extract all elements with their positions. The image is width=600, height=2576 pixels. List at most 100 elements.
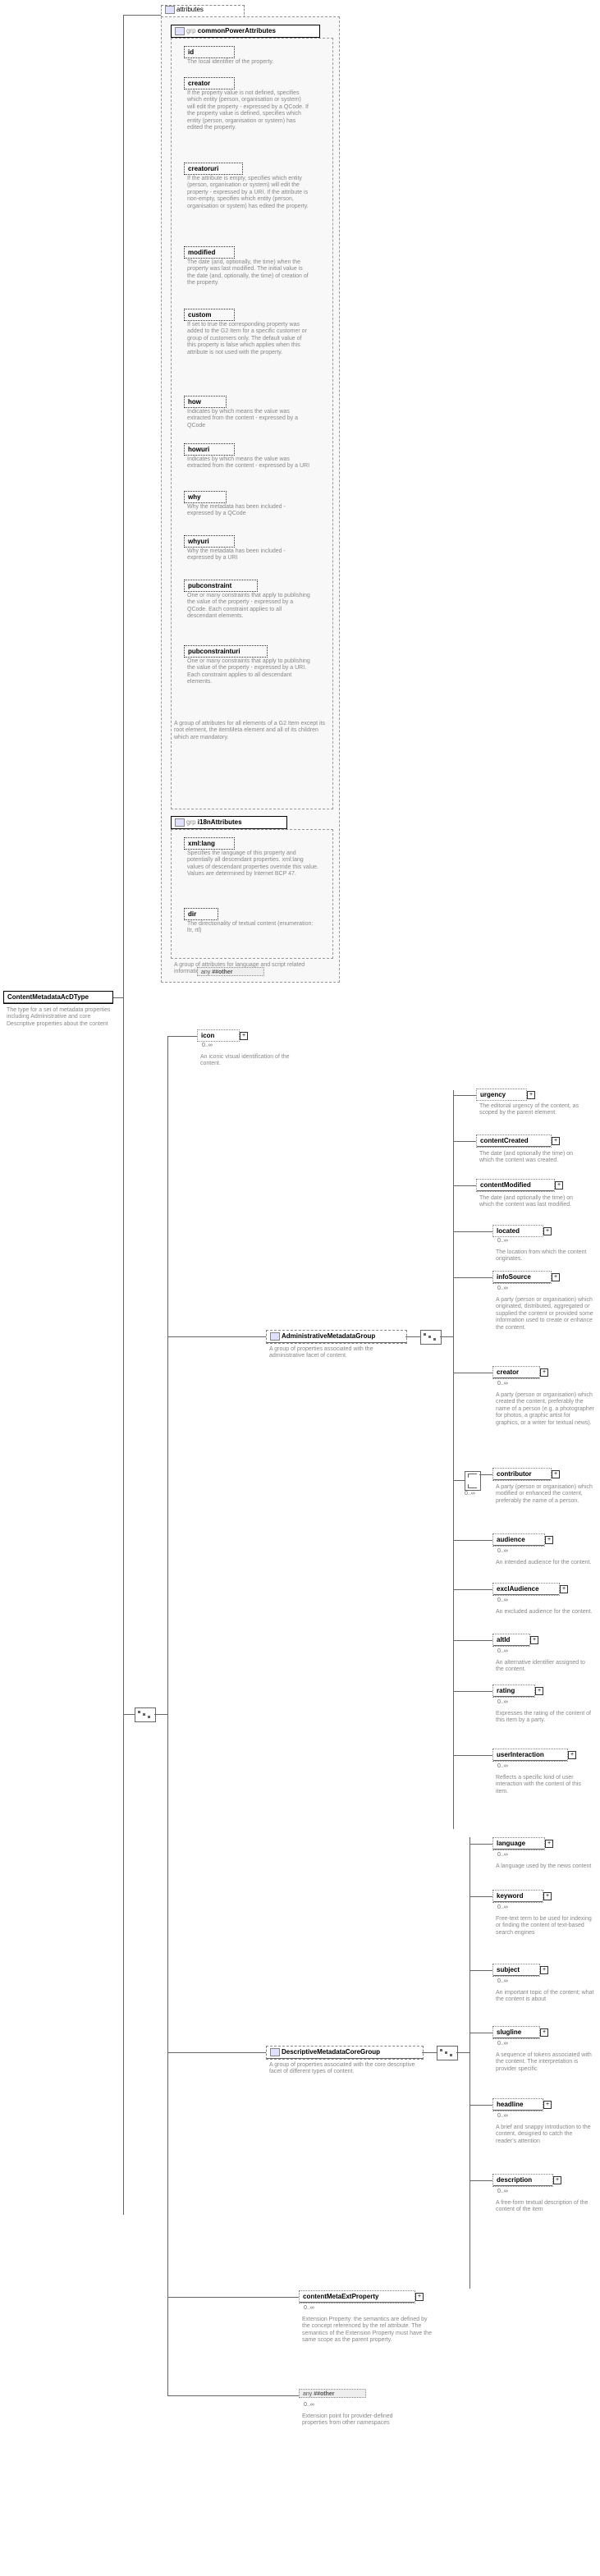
elem-slugline: slugline <box>492 2026 540 2039</box>
expand-altid[interactable]: + <box>530 1636 538 1644</box>
attr-creatoruri-desc: If the attribute is empty, specifies whi… <box>184 174 314 212</box>
attr-custom-desc: If set to true the corresponding propert… <box>184 320 314 358</box>
desc-sequence <box>437 2046 458 2060</box>
description-card: 0..∞ <box>497 2189 508 2194</box>
expand-urgency[interactable]: + <box>527 1091 535 1099</box>
rating-desc: Expresses the rating of the content of t… <box>492 1709 598 1726</box>
description-desc: A free-form textual description of the c… <box>492 2198 598 2216</box>
language-card: 0..∞ <box>497 1852 508 1858</box>
expand-icon[interactable]: + <box>240 1032 248 1040</box>
altid-desc: An alternative identifier assigned to th… <box>492 1658 598 1675</box>
attr-modified: modified <box>184 246 235 259</box>
elem-icon: icon <box>197 1029 240 1042</box>
attr-pubconstraint-desc: One or many constraints that apply to pu… <box>184 591 314 622</box>
elem-headline: headline <box>492 2098 543 2111</box>
ext-desc: Extension Property: the semantics are de… <box>299 2315 437 2346</box>
attr-xmllang-desc: Specifies the language of this property … <box>184 849 322 880</box>
language-desc: A language used by the news content <box>492 1862 598 1872</box>
expand-creator[interactable]: + <box>540 1368 548 1377</box>
attr-creator-desc: If the property value is not defined, sp… <box>184 89 314 133</box>
attributes-icon <box>165 6 175 14</box>
grp-icon <box>175 27 185 35</box>
expand-located[interactable]: + <box>543 1227 552 1235</box>
root-type-box: ContentMetadataAcDType <box>3 991 113 1004</box>
choice-connector <box>465 1471 481 1491</box>
root-desc: The type for a set of metadata propertie… <box>3 1006 118 1029</box>
any-other-tail: any ##other <box>299 2389 366 2398</box>
expand-contentcreated[interactable]: + <box>552 1137 560 1145</box>
expand-subject[interactable]: + <box>540 1966 548 1974</box>
ext-card: 0..∞ <box>304 2305 314 2311</box>
elem-audience: audience <box>492 1533 545 1547</box>
expand-slugline[interactable]: + <box>540 2028 548 2037</box>
elem-contentcreated: contentCreated <box>476 1134 552 1148</box>
contentmodified-desc: The date (and optionally the time) on wh… <box>476 1194 589 1211</box>
expand-contributor[interactable]: + <box>552 1470 560 1478</box>
elem-contentmodified: contentModified <box>476 1179 555 1192</box>
expand-userinteraction[interactable]: + <box>568 1751 576 1759</box>
grp-icon-4 <box>270 2048 280 2056</box>
elem-language: language <box>492 1837 545 1850</box>
urgency-desc: The editorial urgency of the content, as… <box>476 1102 589 1119</box>
attr-xmllang: xml:lang <box>184 837 235 850</box>
commonpower-desc: A group of attributes for all elements o… <box>171 719 333 743</box>
slugline-desc: A sequence of tokens associated with the… <box>492 2051 598 2074</box>
expand-infosource[interactable]: + <box>552 1273 560 1281</box>
attr-creatoruri: creatoruri <box>184 163 243 175</box>
infosource-desc: A party (person or organisation) which o… <box>492 1295 598 1333</box>
expand-contentmodified[interactable]: + <box>555 1181 563 1189</box>
altid-card: 0..∞ <box>497 1648 508 1654</box>
root-title: ContentMetadataAcDType <box>4 992 112 1003</box>
expand-audience[interactable]: + <box>545 1536 553 1544</box>
any-other-card: 0..∞ <box>304 2402 314 2408</box>
elem-keyword: keyword <box>492 1890 543 1903</box>
attr-modified-desc: The date (and, optionally, the time) whe… <box>184 258 314 289</box>
attr-pubconstrainturi: pubconstrainturi <box>184 645 268 658</box>
located-desc: The location from which the content orig… <box>492 1248 598 1265</box>
contributor-desc: A party (person or organisation) which m… <box>492 1483 598 1506</box>
expand-exclaudience[interactable]: + <box>560 1585 568 1593</box>
admin-sequence <box>420 1330 442 1345</box>
grp-icon-3 <box>270 1332 280 1341</box>
commonpower-label: commonPowerAttributes <box>198 27 276 34</box>
main-sequence <box>135 1707 156 1722</box>
expand-rating[interactable]: + <box>535 1687 543 1695</box>
elem-subject: subject <box>492 1964 540 1977</box>
attr-dir-desc: The directionality of textual content (e… <box>184 919 322 937</box>
elem-contributor: contributor <box>492 1468 552 1481</box>
elem-userinteraction: userInteraction <box>492 1749 568 1762</box>
exclaudience-card: 0..∞ <box>497 1597 508 1603</box>
elem-exclaudience: exclAudience <box>492 1583 560 1596</box>
expand-description[interactable]: + <box>553 2176 561 2184</box>
attr-creator: creator <box>184 77 235 89</box>
headline-desc: A brief and snappy introduction to the c… <box>492 2123 598 2147</box>
any-other-desc: Extension point for provider-defined pro… <box>299 2412 420 2429</box>
audience-card: 0..∞ <box>497 1548 508 1554</box>
attr-why: why <box>184 491 227 503</box>
expand-language[interactable]: + <box>545 1840 553 1848</box>
expand-keyword[interactable]: + <box>543 1892 552 1900</box>
attr-how: how <box>184 396 227 408</box>
attr-howuri-desc: Indicates by which means the value was e… <box>184 455 314 472</box>
keyword-desc: Free-text term to be used for indexing o… <box>492 1914 598 1938</box>
attr-howuri: howuri <box>184 443 235 456</box>
subject-desc: An important topic of the content; what … <box>492 1988 598 2005</box>
attributes-label: attributes <box>176 6 204 13</box>
i18n-label: i18nAttributes <box>198 818 242 826</box>
attr-id-desc: The local identifier of the property. <box>184 57 289 67</box>
grp-icon-2 <box>175 818 185 827</box>
expand-headline[interactable]: + <box>543 2101 552 2109</box>
icon-card: 0..∞ <box>202 1043 213 1048</box>
expand-contentmetaext[interactable]: + <box>415 2293 424 2301</box>
elem-description: description <box>492 2174 553 2187</box>
admin-group-desc: A group of properties associated with th… <box>266 1345 412 1362</box>
attr-why-desc: Why the metadata has been included - exp… <box>184 502 314 520</box>
keyword-card: 0..∞ <box>497 1904 508 1910</box>
desc-group-desc: A group of properties associated with th… <box>266 2060 428 2078</box>
subject-card: 0..∞ <box>497 1978 508 1984</box>
elem-creator: creator <box>492 1366 540 1379</box>
elem-infosource: infoSource <box>492 1271 552 1284</box>
creator-card: 0..∞ <box>497 1381 508 1387</box>
elem-rating: rating <box>492 1684 535 1698</box>
attr-how-desc: Indicates by which means the value was e… <box>184 407 314 431</box>
